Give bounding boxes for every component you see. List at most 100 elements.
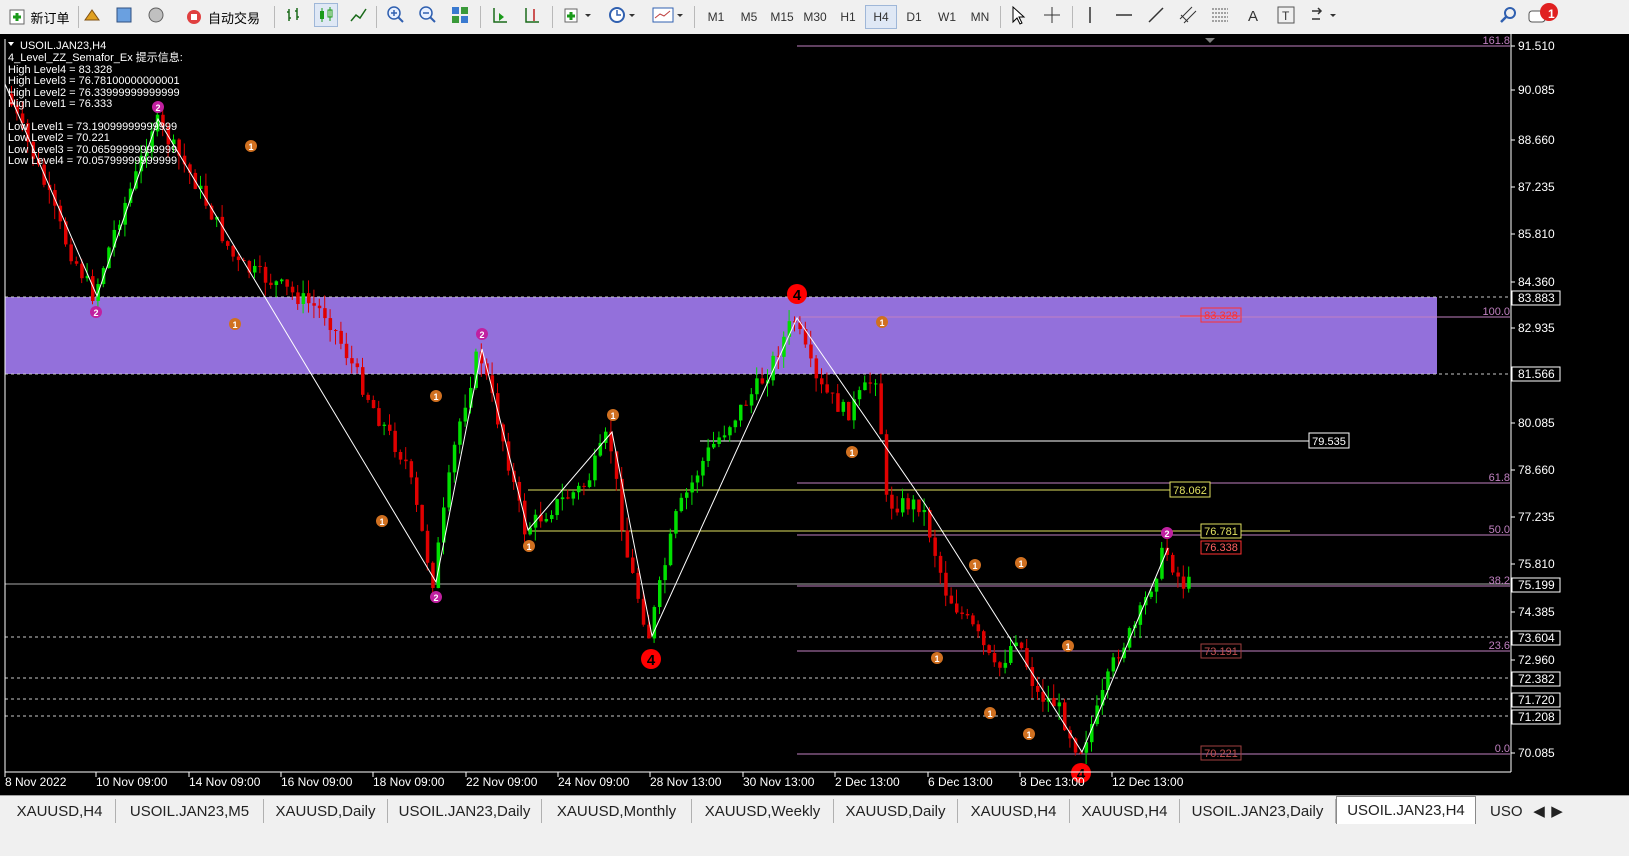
timeframe-m1[interactable]: M1 — [700, 5, 732, 29]
timeframe-m30[interactable]: M30 — [799, 5, 831, 29]
horizontal-line-icon[interactable] — [1112, 3, 1136, 27]
svg-text:76.338: 76.338 — [1204, 542, 1238, 554]
candle-body — [679, 497, 684, 512]
semafor-marker-label: 2 — [433, 593, 438, 603]
svg-text:73.191: 73.191 — [1204, 646, 1238, 658]
price-box-red-2: 76.338 — [1200, 540, 1242, 555]
tab-xauusd-weekly[interactable]: XAUUSD,Weekly — [692, 799, 834, 823]
search-icon[interactable] — [1496, 3, 1520, 27]
tab-usoil-m5[interactable]: USOIL.JAN23,M5 — [116, 799, 264, 823]
data-window-icon[interactable] — [112, 3, 136, 27]
candle-body — [847, 401, 851, 421]
tab-xauusd-h4-2[interactable]: XAUUSD,H4 — [958, 799, 1070, 823]
semafor-marker-label: 1 — [379, 517, 384, 527]
semafor-marker-label: 1 — [972, 561, 977, 571]
semafor-marker-label: 1 — [248, 142, 253, 152]
candlestick-icon[interactable] — [314, 3, 338, 27]
candle-body — [712, 443, 716, 448]
notifications-button[interactable]: 1 — [1526, 3, 1560, 27]
tab-xauusd-daily-2[interactable]: XAUUSD,Daily — [834, 799, 958, 823]
tab-xauusd-h4-3[interactable]: XAUUSD,H4 — [1070, 799, 1180, 823]
fib-label-618: 61.8 — [1489, 472, 1510, 484]
timeframe-m5[interactable]: M5 — [733, 5, 765, 29]
price-highlight-label: 72.382 — [1518, 672, 1555, 686]
tab-scroll-left-icon[interactable]: ◀ — [1530, 799, 1548, 823]
market-watch-icon[interactable] — [80, 3, 104, 27]
candle-body — [415, 477, 419, 505]
line-chart-icon[interactable] — [346, 3, 370, 27]
vertical-line-icon[interactable] — [1078, 3, 1102, 27]
tile-windows-icon[interactable] — [448, 3, 472, 27]
tab-usoil-daily-2[interactable]: USOIL.JAN23,Daily — [1180, 799, 1336, 823]
candle-body — [323, 308, 327, 319]
chart-shift-icon[interactable] — [520, 3, 544, 27]
status-bar — [0, 825, 1629, 856]
arrows-menu-icon[interactable] — [1306, 3, 1342, 27]
equidistant-channel-icon[interactable] — [1176, 3, 1200, 27]
candle-body — [717, 437, 721, 444]
semafor-level4-label: 4 — [647, 652, 656, 669]
bar-chart-icon[interactable] — [282, 3, 306, 27]
candle-body — [420, 504, 424, 531]
semafor-marker-label: 1 — [526, 542, 531, 552]
timeframe-d1[interactable]: D1 — [898, 5, 930, 29]
semafor-marker-label: 1 — [1018, 559, 1023, 569]
price-tick-label: 75.810 — [1518, 557, 1555, 571]
candle-body — [820, 378, 824, 385]
price-tick-label: 82.935 — [1518, 321, 1555, 335]
indicators-menu-icon[interactable] — [560, 3, 596, 27]
price-axis[interactable]: 91.510 90.085 88.660 87.235 85.810 84.360 82.9… — [1511, 39, 1561, 760]
timeframe-w1[interactable]: W1 — [931, 5, 963, 29]
candle-body — [798, 322, 802, 330]
candle-body — [312, 303, 316, 306]
price-box-yellow-2: 76.781 — [1200, 523, 1242, 539]
semafor-markers: 2211221111111 111112444 — [90, 101, 1173, 783]
periods-menu-icon[interactable] — [604, 3, 640, 27]
tab-uso-partial[interactable]: USO — [1476, 799, 1526, 823]
timeframe-m15[interactable]: M15 — [766, 5, 798, 29]
time-axis[interactable]: 8 Nov 2022 10 Nov 09:00 14 Nov 09:00 16 Nov… — [4, 772, 1184, 789]
candle-body — [566, 497, 570, 499]
auto-trade-button[interactable]: 自动交易 — [176, 3, 268, 31]
tab-usoil-daily[interactable]: USOIL.JAN23,Daily — [388, 799, 542, 823]
tab-xauusd-h4[interactable]: XAUUSD,H4 — [4, 799, 116, 823]
candle-body — [1036, 685, 1040, 692]
text-label-icon[interactable]: T — [1274, 3, 1298, 27]
price-tick-label: 88.660 — [1518, 133, 1555, 147]
time-tick-label: 14 Nov 09:00 — [189, 775, 261, 789]
tab-xauusd-daily[interactable]: XAUUSD,Daily — [264, 799, 388, 823]
cursor-icon[interactable] — [1006, 3, 1030, 27]
tab-usoil-h4[interactable]: USOIL.JAN23,H4 — [1336, 796, 1476, 824]
new-order-button[interactable]: 新订单 — [4, 3, 74, 31]
crosshair-icon[interactable] — [1040, 3, 1064, 27]
time-tick-label: 12 Dec 13:00 — [1112, 775, 1184, 789]
scroll-marker-icon — [1205, 38, 1215, 43]
zoom-in-icon[interactable] — [384, 3, 408, 27]
candle-body — [366, 394, 370, 400]
candle-body — [944, 572, 948, 596]
trendline-icon[interactable] — [1144, 3, 1168, 27]
tab-xauusd-monthly[interactable]: XAUUSD,Monthly — [542, 799, 692, 823]
templates-menu-icon[interactable] — [648, 3, 688, 27]
candle-body — [290, 286, 295, 293]
semafor-marker-label: 1 — [879, 318, 884, 328]
text-icon[interactable]: A — [1242, 3, 1266, 27]
auto-scroll-icon[interactable] — [488, 3, 512, 27]
time-tick-label: 22 Nov 09:00 — [466, 775, 538, 789]
candle-body — [987, 645, 991, 653]
price-chart[interactable]: 161.8 100.0 61.8 50.0 38.2 23.6 0.0 79.5… — [0, 34, 1629, 795]
candle-body — [998, 662, 1002, 668]
navigator-icon[interactable] — [144, 3, 168, 27]
tab-scroll-right-icon[interactable]: ▶ — [1548, 799, 1566, 823]
candle-body — [1009, 646, 1013, 663]
timeframe-h4[interactable]: H4 — [865, 5, 897, 29]
semafor-marker-label: 2 — [479, 330, 484, 340]
timeframe-h1[interactable]: H1 — [832, 5, 864, 29]
candle-body — [874, 383, 878, 385]
candle-body — [269, 282, 273, 286]
timeframe-mn[interactable]: MN — [964, 5, 996, 29]
price-highlight-label: 83.883 — [1518, 291, 1555, 305]
candle-body — [404, 459, 408, 462]
zoom-out-icon[interactable] — [416, 3, 440, 27]
fibonacci-icon[interactable] — [1208, 3, 1232, 27]
